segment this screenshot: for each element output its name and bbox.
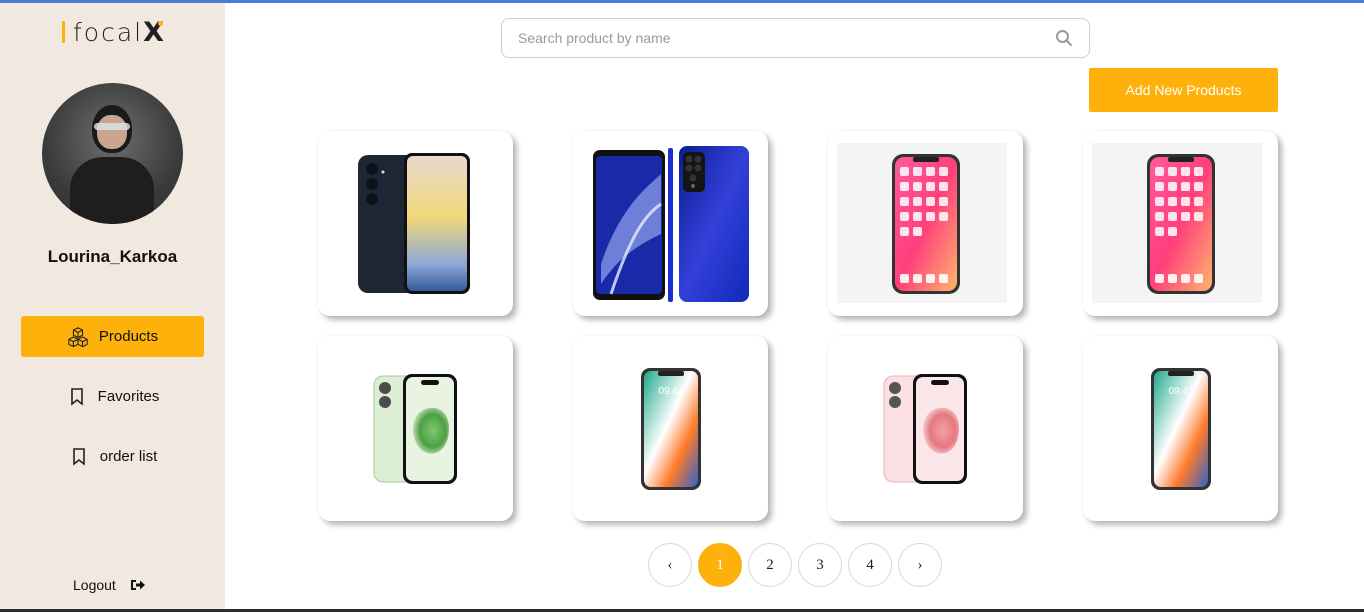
product-card[interactable] bbox=[828, 131, 1023, 316]
sidebar-item-label: order list bbox=[99, 448, 158, 465]
user-name: Lourina_Karkoa bbox=[47, 247, 178, 266]
bookmark-icon bbox=[68, 446, 90, 468]
logout-button[interactable]: Logout bbox=[73, 577, 146, 593]
sidebar: focal X Lourina_Karkoa Products Favorite… bbox=[0, 3, 225, 609]
sidebar-item-label: Products bbox=[98, 328, 159, 345]
sidebar-item-products[interactable]: Products bbox=[21, 316, 204, 357]
product-image bbox=[891, 153, 960, 294]
search-icon[interactable] bbox=[1055, 29, 1073, 47]
product-card[interactable]: 09:41 bbox=[1083, 336, 1278, 521]
product-card[interactable] bbox=[828, 336, 1023, 521]
product-image: 09:41 bbox=[640, 367, 701, 490]
svg-text:09:41: 09:41 bbox=[1168, 386, 1193, 397]
product-image bbox=[357, 153, 470, 294]
product-image bbox=[1146, 153, 1215, 294]
brand-logo: focal X bbox=[62, 16, 164, 48]
product-image bbox=[373, 373, 457, 484]
search-bar bbox=[501, 18, 1090, 58]
sidebar-item-order-list[interactable]: order list bbox=[21, 436, 204, 477]
chevron-left-icon: ‹ bbox=[667, 556, 673, 573]
svg-text:09:41: 09:41 bbox=[658, 386, 683, 397]
pagination-page-4[interactable]: 4 bbox=[848, 543, 892, 587]
bookmark-icon bbox=[66, 386, 88, 408]
logout-label: Logout bbox=[73, 577, 116, 593]
product-image bbox=[592, 145, 749, 302]
pagination-page-1[interactable]: 1 bbox=[698, 543, 742, 587]
pagination-prev-button[interactable]: ‹ bbox=[648, 543, 692, 587]
sidebar-item-label: Favorites bbox=[97, 388, 160, 405]
pagination-page-3[interactable]: 3 bbox=[798, 543, 842, 587]
product-card[interactable] bbox=[318, 336, 513, 521]
sign-out-icon bbox=[130, 578, 146, 592]
product-card[interactable] bbox=[1083, 131, 1278, 316]
logo-x: X bbox=[143, 16, 164, 48]
search-input[interactable] bbox=[518, 30, 1055, 46]
logo-text: focal bbox=[73, 17, 144, 47]
add-new-products-button[interactable]: Add New Products bbox=[1089, 68, 1278, 112]
logo-accent-bar bbox=[62, 21, 65, 43]
avatar bbox=[42, 83, 183, 224]
sidebar-item-favorites[interactable]: Favorites bbox=[21, 376, 204, 417]
product-image: 09:41 bbox=[1150, 367, 1211, 490]
product-card[interactable]: 09:41 bbox=[573, 336, 768, 521]
product-card[interactable] bbox=[318, 131, 513, 316]
product-card[interactable] bbox=[573, 131, 768, 316]
pagination-next-button[interactable]: › bbox=[898, 543, 942, 587]
product-image bbox=[883, 373, 967, 484]
chevron-right-icon: › bbox=[917, 556, 923, 573]
boxes-icon bbox=[67, 326, 89, 348]
pagination-page-2[interactable]: 2 bbox=[748, 543, 792, 587]
